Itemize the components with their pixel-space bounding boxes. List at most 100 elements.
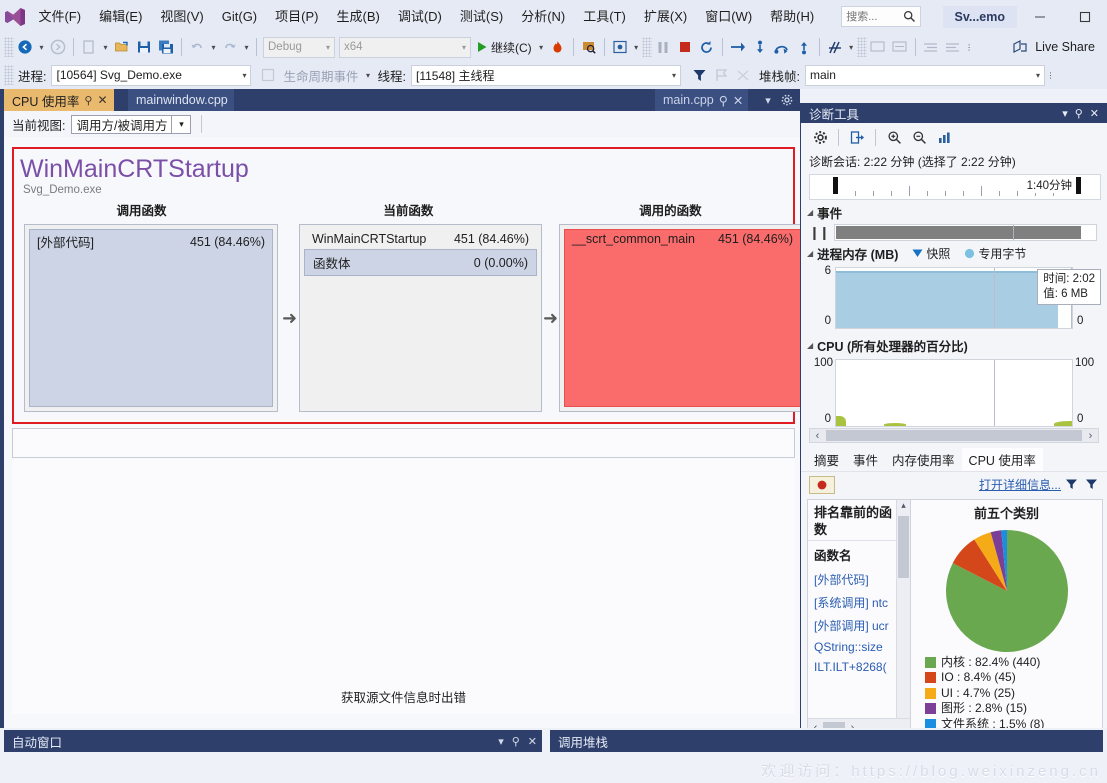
timeline-ruler[interactable]: 1:40分钟: [809, 174, 1101, 200]
pin-icon[interactable]: ⚲: [84, 94, 92, 107]
chevron-right-icon[interactable]: ›: [1083, 430, 1098, 442]
filter-icon[interactable]: [1061, 478, 1081, 491]
list-item[interactable]: ILT.ILT+8268(: [808, 657, 910, 677]
function-body-row[interactable]: 函数体 0 (0.00%): [304, 249, 537, 276]
menu-build[interactable]: 生成(B): [327, 4, 388, 30]
live-share-button[interactable]: Live Share: [1013, 40, 1107, 54]
tab-main-cpp[interactable]: main.cpp ⚲ ✕: [655, 89, 749, 111]
menu-debug[interactable]: 调试(D): [389, 4, 451, 30]
chevron-up-icon[interactable]: ▴: [897, 500, 910, 514]
toolbar-grip[interactable]: [4, 37, 14, 57]
diag-tab-summary[interactable]: 摘要: [807, 448, 846, 471]
export-icon[interactable]: [846, 126, 868, 148]
attach-to-process-icon[interactable]: [578, 36, 600, 58]
memory-chart[interactable]: 6 0 0 时间: 2:02 值: 6 MB: [809, 265, 1101, 329]
callee-row[interactable]: __scrt_common_main 451 (84.46%): [564, 229, 801, 249]
search-input[interactable]: [846, 10, 909, 23]
menu-test[interactable]: 测试(S): [451, 4, 512, 30]
process-combo[interactable]: [10564] Svg_Demo.exe ▾: [51, 64, 252, 86]
zoom-out-icon[interactable]: [908, 126, 930, 148]
menu-help[interactable]: 帮助(H): [761, 4, 823, 30]
step-into-icon[interactable]: [749, 36, 771, 58]
filter-icon[interactable]: [689, 64, 711, 86]
reset-zoom-icon[interactable]: [933, 126, 955, 148]
menu-window[interactable]: 窗口(W): [696, 4, 761, 30]
debugbar-grip[interactable]: [4, 65, 14, 85]
hot-reload-icon[interactable]: [547, 36, 569, 58]
menu-view[interactable]: 视图(V): [151, 4, 212, 30]
gear-icon[interactable]: [779, 92, 795, 108]
diag-tab-events[interactable]: 事件: [846, 448, 885, 471]
zoom-in-icon[interactable]: [883, 126, 905, 148]
close-icon[interactable]: ✕: [733, 93, 743, 108]
menu-project[interactable]: 项目(P): [266, 4, 327, 30]
stackframe-combo[interactable]: main ▾: [804, 64, 1045, 86]
menu-tools[interactable]: 工具(T): [574, 4, 635, 30]
menu-analyze[interactable]: 分析(N): [512, 4, 574, 30]
flag-icon[interactable]: [711, 64, 733, 86]
list-item[interactable]: [外部调用] ucr: [808, 614, 910, 637]
restart-icon[interactable]: [696, 36, 718, 58]
diag-tab-cpu-usage[interactable]: CPU 使用率: [961, 448, 1043, 471]
save-icon[interactable]: [133, 36, 155, 58]
tab-mainwindow-cpp[interactable]: mainwindow.cpp: [128, 89, 234, 111]
menu-git[interactable]: Git(G): [213, 4, 266, 30]
list-item[interactable]: QString::size: [808, 637, 910, 657]
comment-icon[interactable]: [867, 36, 889, 58]
diag-tab-memory-usage[interactable]: 内存使用率: [885, 448, 962, 471]
cpu-section-title[interactable]: ◢ CPU (所有处理器的百分比): [801, 333, 1107, 357]
indent-icon[interactable]: [920, 36, 942, 58]
chevron-down-icon[interactable]: ▾: [498, 735, 504, 748]
thread-combo[interactable]: [11548] 主线程 ▾: [410, 64, 681, 86]
solution-configuration-combo[interactable]: Debug ▾: [263, 36, 335, 58]
step-out-icon[interactable]: [793, 36, 815, 58]
diagnostic-timeline-scrollbar[interactable]: ‹ ›: [809, 428, 1099, 443]
open-file-icon[interactable]: [111, 36, 133, 58]
events-track[interactable]: [833, 224, 1097, 241]
menu-extensions[interactable]: 扩展(X): [635, 4, 696, 30]
filter-icon-2[interactable]: [1081, 478, 1101, 491]
toolbar-overflow-icon[interactable]: ⋮: [964, 36, 975, 58]
caller-block[interactable]: [29, 229, 273, 407]
new-item-icon[interactable]: [78, 36, 100, 58]
record-cpu-icon[interactable]: [809, 475, 835, 494]
preview-icon[interactable]: ⚲: [719, 93, 728, 108]
close-icon[interactable]: ✕: [1090, 107, 1099, 120]
tab-cpu-usage[interactable]: CPU 使用率 ⚲ ✕: [4, 89, 114, 111]
solution-platform-combo[interactable]: x64 ▾: [339, 36, 471, 58]
tool-tab-autos[interactable]: 自动窗口 ▾ ⚲ ✕: [4, 730, 542, 752]
continue-button[interactable]: 继续(C): [473, 36, 536, 58]
save-all-icon[interactable]: [155, 36, 177, 58]
pause-icon[interactable]: [652, 36, 674, 58]
redo-icon[interactable]: [219, 36, 241, 58]
stop-debugging-icon[interactable]: [674, 36, 696, 58]
navigate-back-icon[interactable]: [14, 36, 36, 58]
memory-section-title[interactable]: ◢ 进程内存 (MB) 快照 专用字节: [801, 241, 1107, 265]
top-functions-vscrollbar[interactable]: ▴ ▾: [896, 500, 910, 736]
close-icon[interactable]: ✕: [97, 93, 107, 107]
threads-icon[interactable]: [824, 36, 846, 58]
new-item-dropdown-icon[interactable]: ▾: [100, 36, 111, 58]
outdent-icon[interactable]: [942, 36, 964, 58]
gear-icon[interactable]: [809, 126, 831, 148]
minimize-icon[interactable]: [1017, 0, 1062, 33]
navigate-forward-icon[interactable]: [47, 36, 69, 58]
break-all-dropdown-icon[interactable]: ▾: [631, 36, 642, 58]
chevron-left-icon[interactable]: ‹: [810, 430, 825, 442]
toolbar-grip-3[interactable]: [856, 37, 867, 57]
scrollbar-thumb[interactable]: [898, 516, 909, 578]
callee-block[interactable]: [564, 229, 801, 407]
maximize-icon[interactable]: [1062, 0, 1107, 33]
no-call-icon[interactable]: [733, 64, 755, 86]
current-function-row[interactable]: WinMainCRTStartup 451 (84.46%): [304, 229, 537, 249]
toolbar-grip-2[interactable]: [641, 37, 652, 57]
debugbar-overflow-icon[interactable]: ⋮: [1045, 64, 1056, 86]
chevron-down-icon[interactable]: ▾: [760, 92, 776, 108]
chevron-down-icon[interactable]: ▾: [171, 115, 191, 133]
pin-icon[interactable]: ⚲: [1075, 107, 1083, 120]
open-details-link[interactable]: 打开详细信息...: [979, 476, 1061, 493]
scrollbar-thumb[interactable]: [826, 430, 1082, 441]
redo-dropdown-icon[interactable]: ▾: [241, 36, 252, 58]
menu-edit[interactable]: 编辑(E): [90, 4, 151, 30]
list-item[interactable]: [系统调用] ntc: [808, 591, 910, 614]
